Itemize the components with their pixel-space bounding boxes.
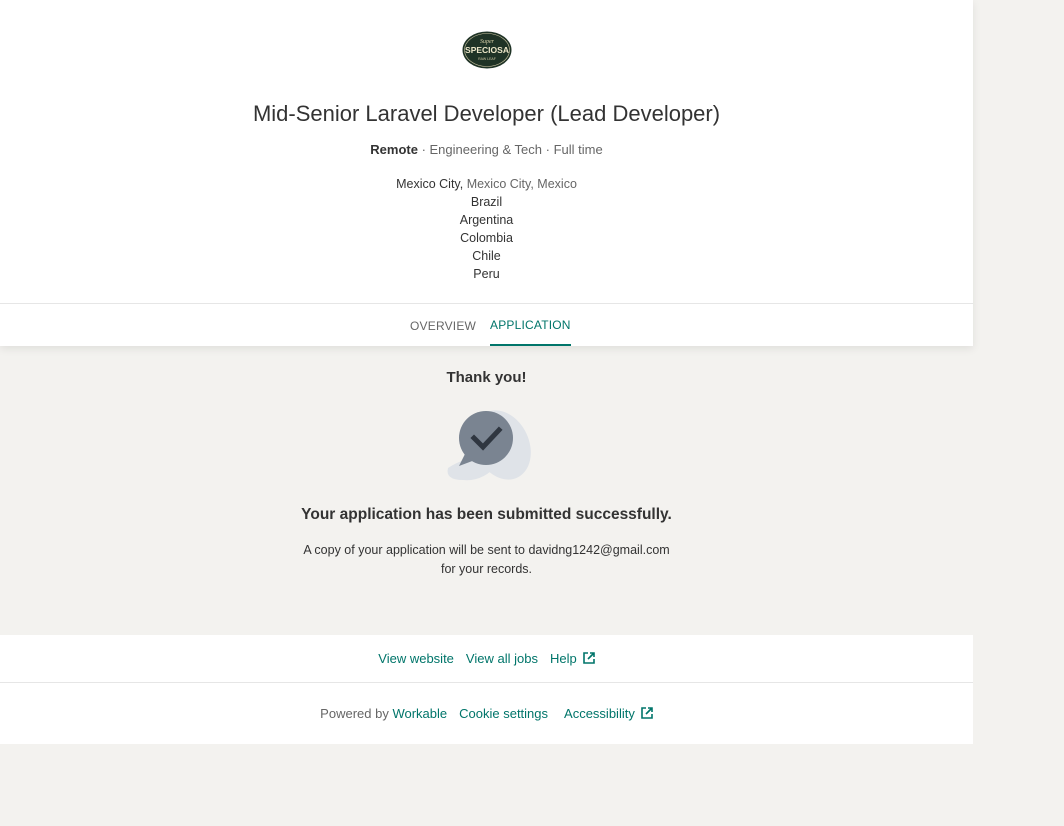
copy-notice-line1: A copy of your application will be sent … xyxy=(303,543,670,557)
job-header: Super SPECIOSA RAW LEAF Mid-Senior Larav… xyxy=(0,0,973,346)
location-item: Brazil xyxy=(470,195,503,209)
location-primary: Mexico City, Mexico City, Mexico xyxy=(0,175,973,193)
meta-separator: · xyxy=(542,142,554,157)
external-link-icon xyxy=(582,652,595,664)
chat-check-icon xyxy=(447,410,531,481)
department: Engineering & Tech xyxy=(429,142,543,157)
workplace-type: Remote xyxy=(370,142,418,157)
accessibility-link[interactable]: Accessibility xyxy=(564,706,653,721)
location-item: Colombia xyxy=(460,231,513,245)
location-item: Argentina xyxy=(459,213,514,227)
external-link-icon xyxy=(641,707,653,719)
meta-separator: · xyxy=(417,142,430,157)
help-label: Help xyxy=(549,651,577,666)
job-meta: Remote · Engineering & Tech · Full time xyxy=(0,142,973,157)
footer-divider xyxy=(0,682,973,683)
job-tabs: OVERVIEW APPLICATION xyxy=(0,304,973,346)
accessibility-label: Accessibility xyxy=(564,706,635,721)
location-region: Mexico City, Mexico xyxy=(463,177,577,191)
footer-links: View website View all jobs Help xyxy=(0,651,973,671)
copy-notice-line2: for your records. xyxy=(440,562,532,576)
thank-you-heading: Thank you! xyxy=(446,369,527,386)
company-logo[interactable]: Super SPECIOSA RAW LEAF xyxy=(462,31,512,69)
location-item: Peru xyxy=(473,267,500,281)
success-message: Your application has been submitted succ… xyxy=(301,506,672,523)
page: Super SPECIOSA RAW LEAF Mid-Senior Larav… xyxy=(0,0,1064,826)
cookie-settings-link[interactable]: Cookie settings xyxy=(459,706,548,721)
tab-application[interactable]: APPLICATION xyxy=(490,304,571,346)
employment-type: Full time xyxy=(553,142,603,157)
workable-link[interactable]: Workable xyxy=(392,706,447,721)
view-website-link[interactable]: View website xyxy=(378,651,454,666)
tab-overview[interactable]: OVERVIEW xyxy=(410,304,476,346)
logo-text-bottom: RAW LEAF xyxy=(478,57,496,61)
powered-by-label: Powered by xyxy=(320,706,389,721)
copy-notice: A copy of your application will be sent … xyxy=(0,541,973,579)
location-city: Mexico City, xyxy=(396,177,464,191)
logo-text-main: SPECIOSA xyxy=(465,45,509,55)
location-item: Chile xyxy=(472,249,501,263)
footer-meta: Powered by Workable Cookie settings Access… xyxy=(0,706,973,726)
job-locations: Mexico City, Mexico City, Mexico Brazil … xyxy=(0,175,973,283)
job-title: Mid-Senior Laravel Developer (Lead Devel… xyxy=(252,101,721,126)
footer: View website View all jobs Help Powered by… xyxy=(0,635,973,744)
help-link[interactable]: Help xyxy=(550,651,595,666)
view-all-jobs-link[interactable]: View all jobs xyxy=(466,651,538,666)
